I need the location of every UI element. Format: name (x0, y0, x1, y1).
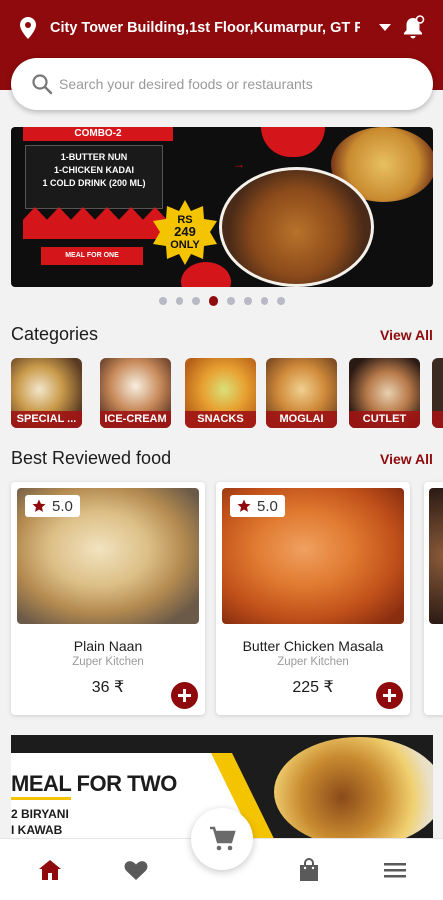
star-icon (237, 499, 251, 512)
carousel-dot[interactable] (277, 297, 286, 305)
combo-item: 1-CHICKEN KADAI (53, 165, 134, 175)
menu-icon[interactable] (381, 857, 409, 883)
promo-underline (11, 797, 71, 800)
category-label: SNACKS (185, 411, 256, 428)
promo-banner[interactable]: COMBO-2 1-BUTTER NUN 1-CHICKEN KADAI 1 C… (11, 127, 433, 287)
promo-title: MEAL FOR TWO (11, 771, 177, 796)
app-header: City Tower Building,1st Floor,Kumarpur, … (0, 0, 443, 110)
carousel-dot[interactable] (159, 297, 167, 305)
arrow-icon: → (233, 157, 245, 171)
cart-button[interactable] (191, 808, 253, 870)
home-icon[interactable] (36, 857, 64, 883)
cart-icon (210, 826, 236, 851)
app-screen: City Tower Building,1st Floor,Kumarpur, … (0, 0, 443, 900)
food-name: Plain Naan (73, 638, 143, 654)
price-badge-line2: 249 (174, 224, 196, 239)
notification-bell-icon[interactable] (401, 15, 425, 41)
food-card[interactable]: 5.0 Plain Naan Zuper Kitchen 36 ₹ (11, 482, 205, 715)
price-badge-line3: ONLY (170, 239, 200, 251)
rating-value: 5.0 (52, 497, 73, 515)
kitchen-name: Zuper Kitchen (277, 656, 349, 668)
delivery-address[interactable]: City Tower Building,1st Floor,Kumarpur, … (50, 20, 360, 36)
combo-item: 1 COLD DRINK (200 ML) (42, 178, 146, 188)
combo-item: 1-BUTTER NUN (60, 152, 128, 162)
category-label-partial (432, 411, 443, 428)
best-reviewed-title: Best Reviewed food (11, 448, 172, 468)
banner-decor (261, 127, 325, 157)
categories-title: Categories (11, 324, 99, 344)
category-partial[interactable] (432, 358, 443, 428)
favorite-heart-icon[interactable] (122, 857, 150, 883)
food-card-partial[interactable] (424, 482, 443, 715)
promo-line: 2 BIRYANI (11, 807, 69, 821)
food-card[interactable]: 5.0 Butter Chicken Masala Zuper Kitchen … (216, 482, 410, 715)
combo-items: 1-BUTTER NUN 1-CHICKEN KADAI 1 COLD DRIN… (25, 151, 163, 190)
dropdown-caret-icon[interactable] (379, 24, 391, 31)
rating-value: 5.0 (257, 497, 278, 515)
meal-for-one-label: MEAL FOR ONE (41, 247, 143, 265)
category-special[interactable]: SPECIAL ... (11, 358, 82, 428)
category-label: CUTLET (349, 411, 420, 428)
carousel-indicator (159, 296, 286, 306)
rating-badge: 5.0 (25, 495, 80, 517)
category-snacks[interactable]: SNACKS (185, 358, 256, 428)
add-to-cart-button[interactable] (171, 682, 198, 709)
category-moglai[interactable]: MOGLAI (266, 358, 337, 428)
category-cutlet[interactable]: CUTLET (349, 358, 420, 428)
carousel-dot[interactable] (244, 297, 252, 305)
search-bar[interactable] (11, 58, 433, 110)
star-icon (32, 499, 46, 512)
chicken-dish-image (219, 167, 374, 287)
kitchen-name: Zuper Kitchen (72, 656, 144, 668)
best-reviewed-view-all-link[interactable]: View All (380, 451, 433, 467)
carousel-dot[interactable] (192, 297, 200, 305)
banner-tag: COMBO-2 (74, 128, 122, 139)
carousel-dot-active[interactable] (208, 296, 219, 306)
category-label: MOGLAI (266, 411, 337, 428)
location-pin-icon[interactable] (20, 17, 36, 39)
biryani-dish-image (274, 737, 433, 840)
rating-badge: 5.0 (230, 495, 285, 517)
promo-line: I KAWAB (11, 823, 63, 837)
carousel-dot[interactable] (175, 297, 184, 305)
carousel-dot[interactable] (260, 297, 269, 305)
category-ice-cream[interactable]: ICE-CREAM (100, 358, 171, 428)
categories-list: SPECIAL ... ICE-CREAM SNACKS MOGLAI CUTL… (11, 358, 443, 430)
food-name: Butter Chicken Masala (242, 638, 384, 654)
search-icon[interactable] (31, 73, 53, 95)
search-input[interactable] (59, 70, 419, 98)
food-image (429, 488, 443, 624)
add-to-cart-button[interactable] (376, 682, 403, 709)
price-badge: RS 249 ONLY (153, 200, 217, 265)
bag-icon[interactable] (295, 857, 323, 883)
categories-view-all-link[interactable]: View All (380, 327, 433, 343)
category-label: SPECIAL ... (11, 411, 82, 428)
carousel-dot[interactable] (227, 297, 236, 305)
category-label: ICE-CREAM (100, 411, 171, 428)
